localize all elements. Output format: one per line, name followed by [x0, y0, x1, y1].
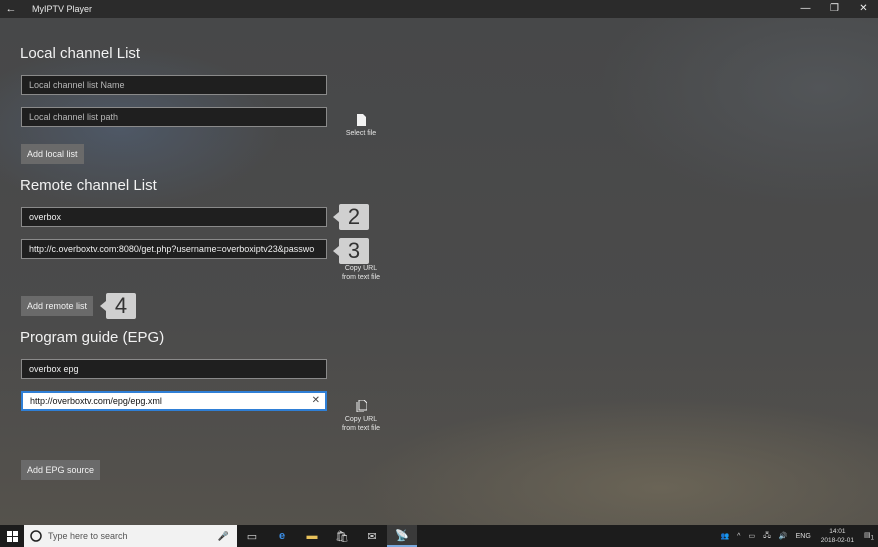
network-icon[interactable]: 🖧: [763, 531, 771, 542]
cortana-circle-icon: [30, 530, 42, 542]
language-indicator[interactable]: ENG: [796, 533, 811, 540]
remote-list-heading: Remote channel List: [20, 177, 157, 194]
taskbar: Type here to search 🎤 ▭ e ▬ 🛍 ✉ 📡 👥 ^ ▭ …: [0, 525, 878, 547]
chevron-up-icon[interactable]: ^: [737, 533, 740, 540]
back-arrow-icon[interactable]: ←: [0, 3, 22, 15]
myiptv-app-icon[interactable]: 📡: [387, 525, 417, 547]
copy-icon: [356, 400, 367, 412]
windows-logo-icon: [6, 530, 18, 542]
local-list-path-input[interactable]: Local channel list path: [21, 107, 327, 127]
people-icon[interactable]: 👥: [720, 532, 729, 540]
local-list-name-input[interactable]: Local channel list Name: [21, 75, 327, 95]
title-bar: ← MyIPTV Player — ❐ ✕: [0, 0, 878, 18]
add-remote-list-button[interactable]: Add remote list: [21, 296, 94, 316]
copy-url-epg-label: Copy URL from text file: [341, 416, 381, 432]
mail-icon[interactable]: ✉: [357, 525, 387, 547]
task-view-icon[interactable]: ▭: [237, 525, 267, 547]
store-icon[interactable]: 🛍: [327, 525, 357, 547]
step-callout-2: 2: [333, 204, 369, 230]
epg-name-input[interactable]: overbox epg: [21, 359, 327, 379]
epg-heading: Program guide (EPG): [20, 329, 165, 346]
clock-date: 2018-02-01: [820, 537, 855, 544]
window-title: MyIPTV Player: [32, 4, 93, 14]
window-controls: — ❐ ✕: [791, 0, 878, 18]
taskbar-search-box[interactable]: Type here to search 🎤: [24, 525, 237, 547]
search-placeholder: Type here to search: [48, 531, 128, 541]
file-icon: [357, 114, 366, 126]
remote-list-url-input[interactable]: http://c.overboxtv.com:8080/get.php?user…: [21, 239, 327, 259]
copy-url-remote-button[interactable]: Copy URL from text file: [338, 264, 384, 282]
copy-url-epg-button[interactable]: Copy URL from text file: [338, 400, 384, 433]
clock[interactable]: 14:01 2018-02-01: [821, 527, 854, 545]
microphone-icon[interactable]: 🎤: [218, 531, 229, 542]
epg-url-input[interactable]: http://overboxtv.com/epg/epg.xml ✕: [21, 391, 327, 411]
start-button[interactable]: [0, 525, 24, 547]
add-local-list-button[interactable]: Add local list: [21, 144, 84, 164]
step-callout-3: 3: [333, 238, 369, 264]
add-epg-source-button[interactable]: Add EPG source: [21, 460, 101, 480]
select-file-label: Select file: [345, 130, 377, 137]
battery-icon[interactable]: ▭: [748, 532, 755, 540]
local-list-heading: Local channel List: [20, 45, 141, 62]
volume-icon[interactable]: 🔊: [779, 532, 788, 540]
restore-button[interactable]: ❐: [820, 0, 849, 18]
system-tray: 👥 ^ ▭ 🖧 🔊 ENG 14:01 2018-02-01 ▤1: [716, 525, 878, 547]
step-callout-4: 4: [100, 293, 136, 319]
close-button[interactable]: ✕: [849, 0, 878, 18]
remote-list-name-input[interactable]: overbox: [21, 207, 327, 227]
minimize-button[interactable]: —: [791, 0, 820, 18]
clear-icon[interactable]: ✕: [312, 393, 320, 409]
epg-url-value: http://overboxtv.com/epg/epg.xml: [30, 396, 162, 406]
file-explorer-icon[interactable]: ▬: [297, 525, 327, 547]
notification-count: 1: [870, 535, 874, 542]
edge-browser-icon[interactable]: e: [267, 525, 297, 547]
copy-url-remote-label: Copy URL from text file: [341, 265, 381, 281]
clock-time: 14:01: [829, 528, 846, 535]
notification-center-icon[interactable]: ▤1: [864, 531, 874, 541]
select-file-button[interactable]: Select file: [338, 114, 384, 138]
